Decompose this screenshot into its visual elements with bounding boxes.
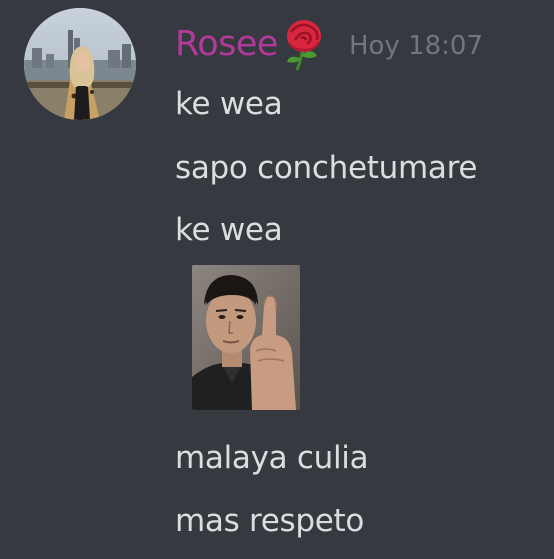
message-header: Rosee Hoy 18:07 (175, 14, 483, 74)
message-line: malaya culia (175, 440, 369, 476)
message-line: sapo conchetumare (175, 150, 478, 186)
message-line: ke wea (175, 86, 283, 122)
message-line: mas respeto (175, 503, 365, 539)
message-group: Rosee Hoy 18:07 ke wea sapo conchetumare… (0, 0, 554, 559)
timestamp: Hoy 18:07 (348, 31, 484, 61)
image-attachment[interactable] (192, 265, 300, 410)
rose-icon (279, 18, 329, 72)
username[interactable]: Rosee (175, 24, 278, 64)
user-avatar[interactable] (24, 8, 136, 120)
message-line: ke wea (175, 212, 283, 248)
